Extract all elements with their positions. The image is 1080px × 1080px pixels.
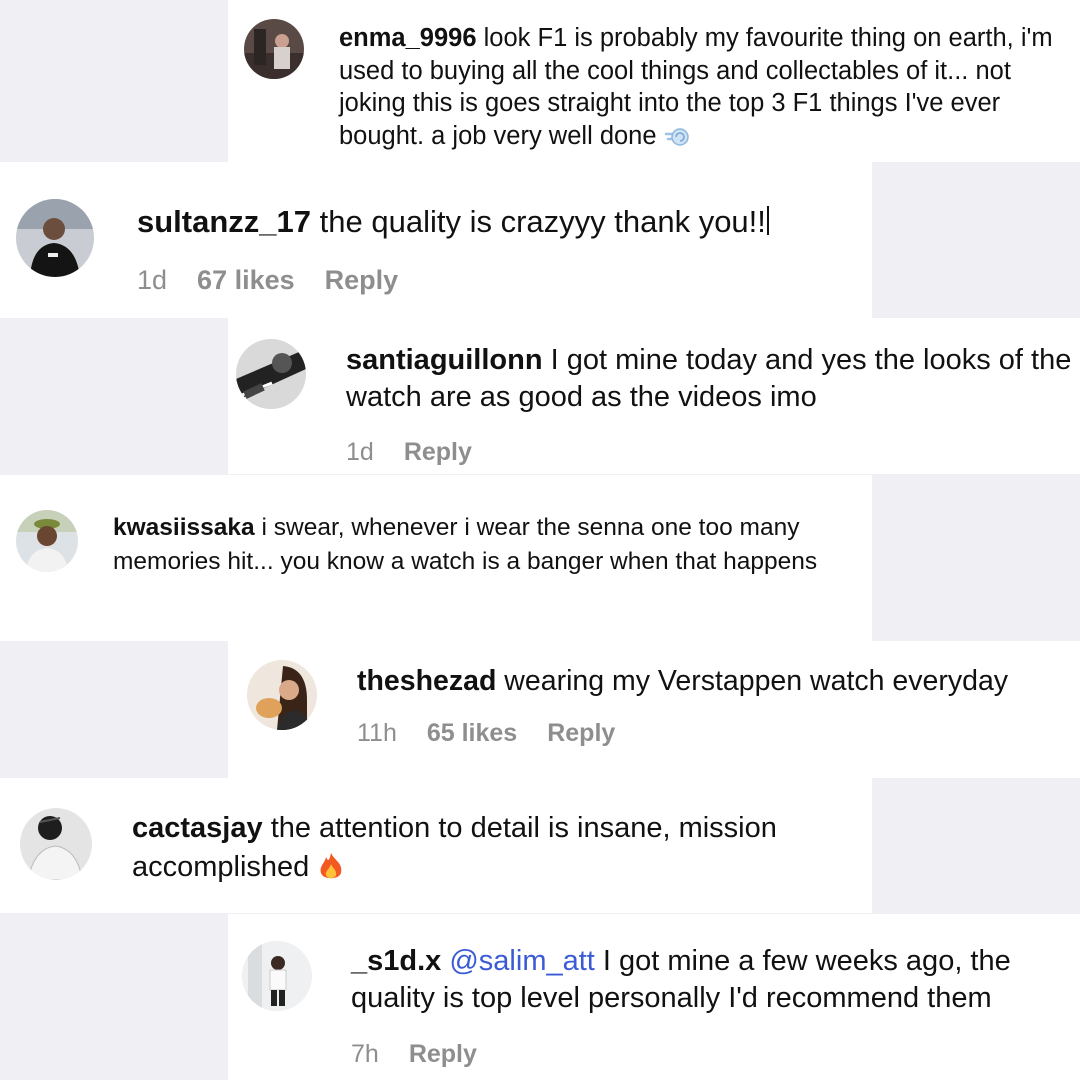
- comment-body: wearing my Verstappen watch everyday: [504, 665, 1009, 697]
- reply-button[interactable]: Reply: [409, 1040, 477, 1069]
- avatar[interactable]: [247, 660, 317, 730]
- mention-link[interactable]: @salim_att: [449, 945, 594, 977]
- comment-text: kwasiissaka i swear, whenever i wear the…: [113, 511, 833, 580]
- comment-card: enma_9996 look F1 is probably my favouri…: [228, 0, 1080, 162]
- comment-username[interactable]: _s1d.x: [351, 945, 441, 977]
- comment-meta: 7h Reply: [351, 1040, 507, 1069]
- comment-card: _s1d.x @salim_att I got mine a few weeks…: [228, 914, 1080, 1080]
- dash-emoji-icon: [664, 124, 690, 157]
- comment-username[interactable]: sultanzz_17: [137, 204, 311, 239]
- comment-time: 1d: [137, 265, 168, 295]
- avatar[interactable]: [16, 510, 78, 572]
- comment-card: kwasiissaka i swear, whenever i wear the…: [0, 475, 872, 641]
- comment-card: sultanzz_17 the quality is crazyyy thank…: [0, 162, 872, 318]
- comment-text: enma_9996 look F1 is probably my favouri…: [339, 22, 1074, 156]
- like-count[interactable]: 67 likes: [197, 265, 295, 296]
- avatar[interactable]: [242, 941, 312, 1011]
- fire-emoji-icon: [317, 851, 345, 892]
- comment-text: theshezad wearing my Verstappen watch ev…: [357, 663, 1077, 699]
- like-count[interactable]: 65 likes: [427, 719, 517, 748]
- avatar[interactable]: [244, 19, 304, 79]
- comment-time: 7h: [351, 1040, 379, 1068]
- comment-time: 1d: [346, 438, 374, 466]
- text-caret: [766, 205, 769, 236]
- comment-username[interactable]: kwasiissaka: [113, 514, 255, 541]
- comment-meta: 11h 65 likes Reply: [357, 719, 645, 748]
- comment-meta: 1d Reply: [346, 438, 502, 467]
- comment-text: santiaguillonn I got mine today and yes …: [346, 342, 1076, 416]
- comment-username[interactable]: theshezad: [357, 665, 496, 697]
- reply-button[interactable]: Reply: [325, 265, 399, 296]
- comment-body: the quality is crazyyy thank you!!: [319, 204, 766, 239]
- reply-button[interactable]: Reply: [404, 438, 472, 467]
- comment-username[interactable]: cactasjay: [132, 812, 263, 844]
- comment-time: 11h: [357, 719, 397, 747]
- avatar[interactable]: [20, 808, 92, 880]
- comment-username[interactable]: enma_9996: [339, 24, 477, 52]
- comment-text: cactasjay the attention to detail is ins…: [132, 809, 862, 892]
- reply-button[interactable]: Reply: [547, 719, 615, 748]
- comment-card: santiaguillonn I got mine today and yes …: [228, 318, 1080, 474]
- comment-text: sultanzz_17 the quality is crazyyy thank…: [137, 202, 857, 242]
- comment-card: theshezad wearing my Verstappen watch ev…: [228, 641, 1080, 778]
- comment-card: cactasjay the attention to detail is ins…: [0, 778, 872, 913]
- comment-username[interactable]: santiaguillonn: [346, 344, 543, 376]
- avatar[interactable]: [236, 339, 306, 409]
- avatar[interactable]: [16, 199, 94, 277]
- comment-meta: 1d 67 likes Reply: [137, 265, 428, 296]
- comment-text: _s1d.x @salim_att I got mine a few weeks…: [351, 943, 1076, 1017]
